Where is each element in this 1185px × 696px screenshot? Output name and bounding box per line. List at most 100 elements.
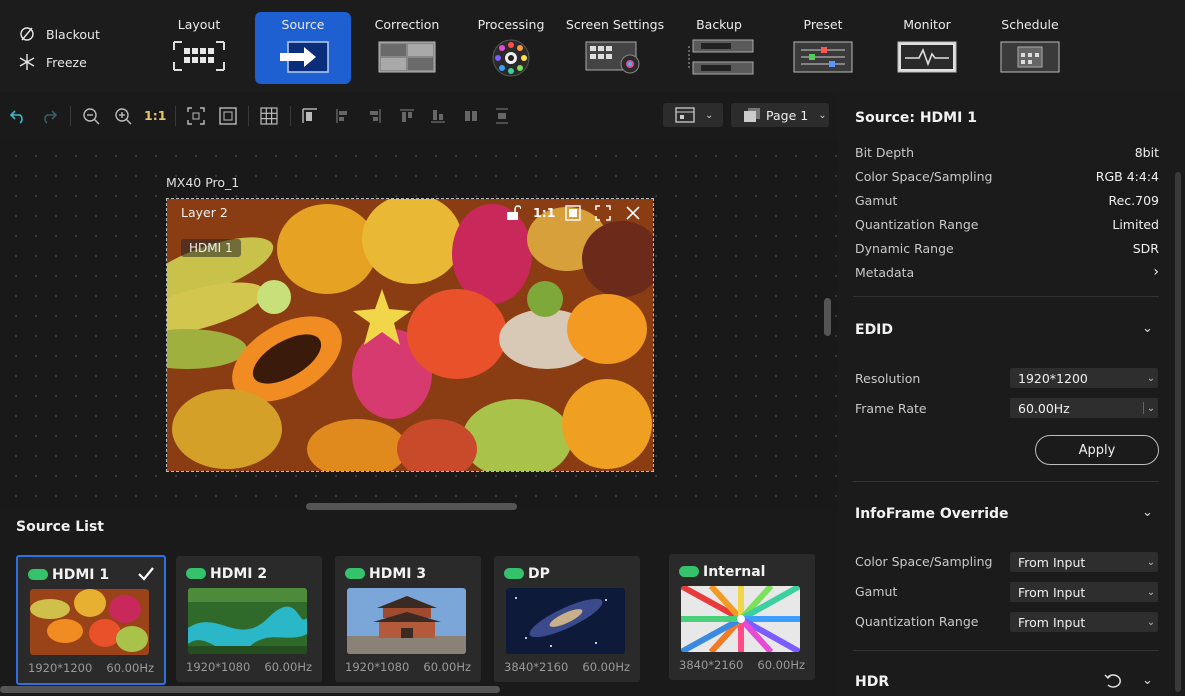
resolution-select[interactable]: 1920*1200 ⌄ [1010,368,1158,388]
layout-grid-icon [173,41,225,71]
tab-label: Screen Settings [565,17,665,32]
display-mode-icon [675,107,695,123]
section-divider [853,481,1159,482]
source-thumbnail [30,589,149,655]
source-card-internal[interactable]: Internal 3840*2160 60.00Hz [669,554,815,680]
source-framerate: 60.00Hz [423,660,471,674]
fit-layer-icon[interactable] [565,205,581,221]
fullscreen-icon[interactable] [595,205,611,221]
source-card-hdmi2[interactable]: HDMI 2 1920*1080 60.00Hz [176,556,322,682]
tab-preset[interactable]: Preset [775,12,871,84]
canvas-vertical-scrollbar[interactable] [824,298,831,336]
property-value: SDR [1132,240,1159,256]
source-card-dp[interactable]: DP 3840*2160 60.00Hz [494,556,640,682]
tab-layout[interactable]: Layout [151,12,247,84]
lock-icon[interactable] [505,205,522,221]
align-left-top-icon[interactable] [300,106,320,126]
blackout-toggle[interactable]: Blackout [18,25,100,43]
fit-selection-icon[interactable] [186,106,206,126]
tab-schedule[interactable]: Schedule [982,12,1078,84]
fit-screen-icon[interactable] [218,106,238,126]
tab-monitor[interactable]: Monitor [879,12,975,84]
chevron-down-icon: ⌄ [1146,372,1156,384]
source-list-scrollbar[interactable] [0,686,500,693]
page-dropdown[interactable]: Page 1 ⌄ [731,103,829,127]
display-mode-dropdown[interactable]: ⌄ [663,103,723,127]
property-label: Dynamic Range [855,240,954,256]
tab-backup[interactable]: Backup [671,12,767,84]
metadata-row[interactable]: Metadata › [855,260,1159,284]
property-row: Quantization Range Limited [855,212,1159,236]
chevron-down-icon: ⌄ [1146,556,1156,568]
layer-actual-size-button[interactable]: 1:1 [533,205,555,220]
align-bottom-icon[interactable] [428,106,448,126]
screen-settings-icon [585,41,640,74]
chevron-down-icon: ⌄ [1146,586,1156,598]
color-wheel-icon [492,39,530,77]
quantization-override-select[interactable]: From Input ⌄ [1010,612,1158,632]
chevron-down-icon[interactable]: ⌄ [1142,673,1153,688]
close-icon[interactable] [625,205,641,221]
source-name: HDMI 3 [369,566,427,582]
gamut-override-select[interactable]: From Input ⌄ [1010,582,1158,602]
actual-size-button[interactable]: 1:1 [144,108,166,123]
infoframe-label: Color Space/Sampling [855,554,993,569]
source-thumbnail [347,588,466,654]
tab-processing[interactable]: Processing [463,12,559,84]
screen-name-label: MX40 Pro_1 [166,175,240,190]
property-label: Quantization Range [855,216,979,232]
align-left-icon[interactable] [333,106,353,126]
signal-status-indicator [186,568,206,579]
tab-source[interactable]: Source [255,12,351,84]
source-framerate: 60.00Hz [582,660,630,674]
canvas-horizontal-scrollbar[interactable] [306,503,517,510]
hdr-section-title: HDR [855,674,890,690]
source-card-hdmi1[interactable]: HDMI 1 1920*1200 60.00Hz [16,555,166,685]
chevron-down-icon[interactable]: ⌄ [1142,505,1153,520]
source-resolution: 1920*1080 [186,660,251,674]
tab-correction[interactable]: Correction [359,12,455,84]
preset-sliders-icon [793,41,853,73]
color-space-override-select[interactable]: From Input ⌄ [1010,552,1158,572]
edid-section-title: EDID [855,322,894,338]
tab-label: Processing [477,17,545,32]
source-card-hdmi3[interactable]: HDMI 3 1920*1080 60.00Hz [335,556,481,682]
distribute-horizontal-icon[interactable] [461,106,481,126]
tab-label: Preset [803,17,843,32]
properties-scrollbar[interactable] [1175,172,1181,692]
signal-status-indicator [504,568,524,579]
freeze-toggle[interactable]: Freeze [18,53,87,71]
property-row: Color Space/Sampling RGB 4:4:4 [855,164,1159,188]
align-top-icon[interactable] [397,106,417,126]
chevron-down-icon: ⌄ [1146,616,1156,628]
layer-window[interactable]: Layer 2 HDMI 1 1:1 [166,198,654,472]
property-label: Gamut [855,192,898,208]
chevron-right-icon: › [1153,264,1159,280]
chevron-down-icon: ⌄ [818,109,827,121]
property-label: Color Space/Sampling [855,168,993,184]
blackout-icon [20,27,34,41]
layer-name: Layer 2 [181,205,228,220]
tab-screen-settings[interactable]: Screen Settings [565,12,665,84]
source-title: Source: HDMI 1 [855,110,977,126]
undo-icon[interactable] [8,106,28,126]
distribute-vertical-icon[interactable] [492,106,512,126]
reset-icon[interactable] [1104,673,1124,691]
tab-label: Backup [696,17,742,32]
property-label: Bit Depth [855,144,914,160]
chevron-down-icon[interactable]: ⌄ [1142,321,1153,336]
redo-icon[interactable] [39,106,59,126]
zoom-in-icon[interactable] [113,106,133,126]
property-row: Gamut Rec.709 [855,188,1159,212]
grid-icon[interactable] [259,106,279,126]
apply-button[interactable]: Apply [1035,435,1159,465]
property-row: Dynamic Range SDR [855,236,1159,260]
chevron-down-icon: ⌄ [705,109,714,121]
tab-label: Source [281,17,325,32]
signal-status-indicator [679,566,699,577]
framerate-select[interactable]: 60.00Hz ⌄ [1010,398,1158,418]
align-right-icon[interactable] [364,106,384,126]
zoom-out-icon[interactable] [81,106,101,126]
infoframe-label: Quantization Range [855,614,979,629]
framerate-value: 60.00Hz [1018,400,1070,416]
